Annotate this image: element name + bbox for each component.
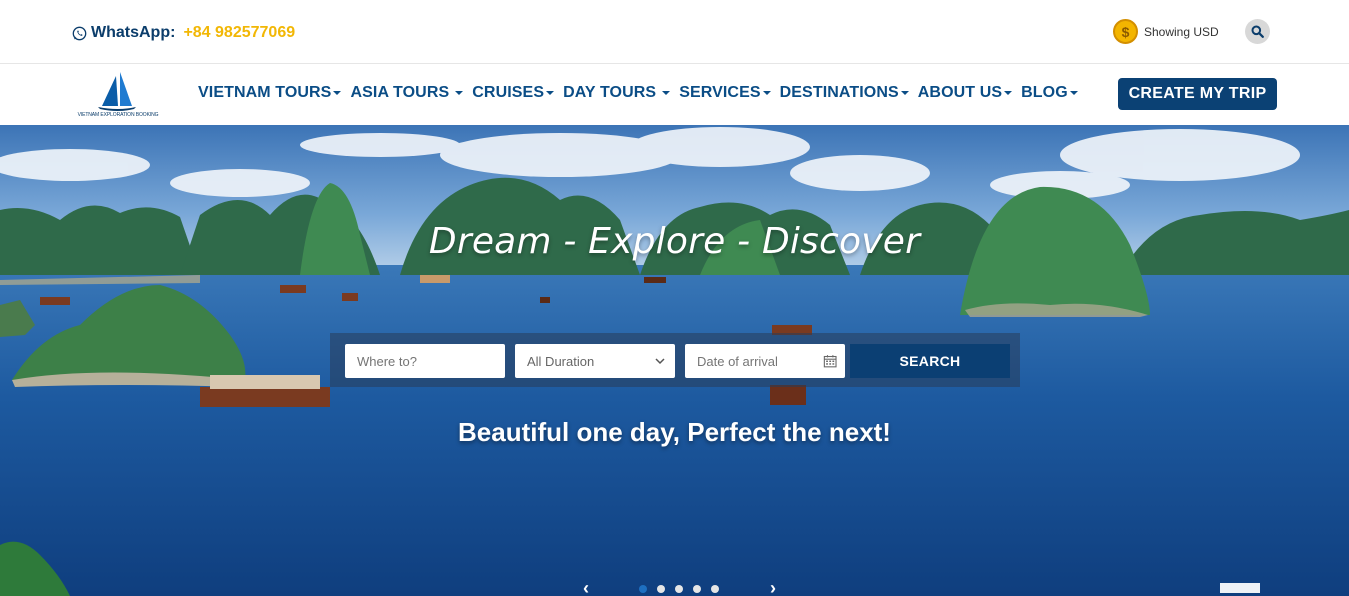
nav-item-services[interactable]: SERVICES: [679, 84, 771, 102]
duration-value: All Duration: [527, 353, 595, 369]
tour-search-form: All Duration SEARCH: [330, 333, 1020, 387]
nav-item-label: ABOUT US: [917, 84, 1003, 101]
caret-down-icon: [1004, 91, 1013, 95]
nav-item-day-tours[interactable]: DAY TOURS: [563, 84, 671, 102]
nav-item-about-us[interactable]: ABOUT US: [917, 84, 1013, 102]
sailboat-logo-icon: [98, 72, 136, 111]
nav-item-label: VIETNAM TOURS: [198, 84, 332, 101]
slider-dot[interactable]: [639, 584, 647, 593]
nav-item-vietnam-tours[interactable]: VIETNAM TOURS: [198, 84, 342, 102]
nav-item-label: SERVICES: [679, 84, 761, 101]
destination-input[interactable]: [357, 353, 505, 369]
caret-down-icon: [1069, 91, 1078, 95]
nav-item-destinations[interactable]: DESTINATIONS: [780, 84, 909, 102]
currency-selector[interactable]: $ Showing USD: [1113, 19, 1219, 44]
logo-text: VIETNAM EXPLORATION BOOKING: [77, 112, 159, 118]
currency-label: Showing USD: [1144, 24, 1219, 39]
calendar-icon: [823, 355, 837, 368]
nav-item-label: DESTINATIONS: [779, 84, 899, 101]
caret-down-icon: [546, 91, 555, 95]
nav-item-label: CRUISES: [472, 84, 545, 101]
caret-down-icon: [662, 91, 671, 95]
search-submit-button[interactable]: SEARCH: [850, 344, 1010, 378]
slider-dot[interactable]: [657, 584, 665, 593]
nav-item-asia-tours[interactable]: ASIA TOURS: [350, 84, 464, 102]
nav-item-label: DAY TOURS: [563, 84, 657, 101]
nav-menu: VIETNAM TOURS ASIA TOURS CRUISES DAY TOU…: [198, 84, 1087, 102]
slider-dot[interactable]: [693, 584, 701, 593]
arrival-date-input[interactable]: [697, 353, 823, 369]
destination-field[interactable]: [345, 344, 505, 378]
chevron-right-icon[interactable]: ›: [767, 578, 779, 596]
main-navbar: VIETNAM EXPLORATION BOOKING VIETNAM TOUR…: [0, 64, 1349, 125]
whatsapp-label: WhatsApp:: [91, 24, 176, 41]
nav-item-blog[interactable]: BLOG: [1021, 84, 1078, 102]
chevron-down-icon: [655, 357, 665, 364]
hero-banner: Dream - Explore - Discover All Duration: [0, 125, 1349, 596]
slider-dot[interactable]: [711, 584, 719, 593]
site-search-button[interactable]: [1245, 19, 1270, 44]
nav-item-cruises[interactable]: CRUISES: [472, 84, 555, 102]
whatsapp-contact[interactable]: WhatsApp: +84 982577069: [72, 24, 295, 42]
coin-icon: $: [1113, 19, 1138, 44]
caret-down-icon: [333, 91, 342, 95]
chevron-left-icon[interactable]: ‹: [580, 578, 592, 596]
nav-item-label: ASIA TOURS: [350, 84, 450, 101]
caret-down-icon: [900, 91, 909, 95]
caret-down-icon: [762, 91, 771, 95]
nav-item-label: BLOG: [1021, 84, 1068, 101]
top-bar: WhatsApp: +84 982577069 $ Showing USD: [0, 0, 1349, 64]
hero-subtitle: Beautiful one day, Perfect the next!: [458, 417, 891, 447]
duration-select[interactable]: All Duration: [515, 344, 675, 378]
arrival-date-field[interactable]: [685, 344, 845, 378]
site-logo[interactable]: VIETNAM EXPLORATION BOOKING: [72, 70, 164, 122]
search-icon: [1251, 25, 1264, 38]
create-my-trip-button[interactable]: CREATE MY TRIP: [1118, 78, 1277, 110]
whatsapp-number[interactable]: +84 982577069: [183, 24, 295, 42]
hero-title: Dream - Explore - Discover: [428, 221, 921, 262]
whatsapp-icon: [72, 26, 87, 40]
hero-slider-controls: ‹ ›: [580, 578, 779, 596]
slider-dot[interactable]: [675, 584, 683, 593]
caret-down-icon: [455, 91, 464, 95]
slider-dots: [639, 584, 719, 593]
